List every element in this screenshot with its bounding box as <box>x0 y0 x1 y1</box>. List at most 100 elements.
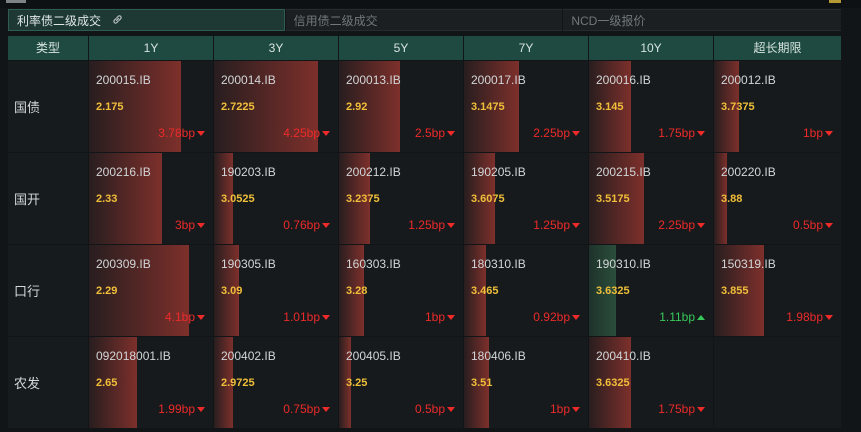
yield-change-value: 1.25bp <box>533 218 570 232</box>
bond-yield: 3.6075 <box>471 193 505 205</box>
bond-cell[interactable]: 160303.IB 3.28 1bp <box>339 245 463 336</box>
tab-credit-bond-trades[interactable]: 信用债二级成交 <box>285 9 563 31</box>
yield-change-value: 1.25bp <box>408 218 445 232</box>
column-header-tenor[interactable]: 5Y <box>339 36 463 60</box>
bond-code[interactable]: 190203.IB <box>221 165 276 179</box>
yield-change-value: 3.78bp <box>158 126 195 140</box>
yield-change-value: 1.01bp <box>283 310 320 324</box>
yield-change: 1.01bp <box>283 310 330 324</box>
bond-code[interactable]: 200309.IB <box>96 257 151 271</box>
down-triangle-icon <box>697 406 705 412</box>
column-header-tenor[interactable]: 1Y <box>89 36 213 60</box>
yield-change-value: 1.99bp <box>158 402 195 416</box>
bond-yield: 2.92 <box>346 101 368 113</box>
bond-code[interactable]: 150319.IB <box>721 257 776 271</box>
bond-code[interactable]: 200212.IB <box>346 165 401 179</box>
bond-cell[interactable]: 180406.IB 3.51 1bp <box>464 337 588 428</box>
yield-change-value: 0.5bp <box>792 218 823 232</box>
yield-change: 1.25bp <box>533 218 580 232</box>
bond-cell-empty <box>714 337 841 428</box>
bond-yield: 3.7375 <box>721 101 755 113</box>
down-triangle-icon <box>197 406 205 412</box>
bond-code[interactable]: 200215.IB <box>596 165 651 179</box>
bond-cell[interactable]: 190205.IB 3.6075 1.25bp <box>464 153 588 244</box>
yield-change-value: 3bp <box>174 218 195 232</box>
bond-cell[interactable]: 200405.IB 3.25 0.5bp <box>339 337 463 428</box>
tab-rate-bond-trades[interactable]: 利率债二级成交 <box>8 9 285 31</box>
bond-yield: 3.855 <box>721 285 749 297</box>
tab-ncd-quotes[interactable]: NCD一级报价 <box>563 9 842 31</box>
bond-cell[interactable]: 200215.IB 3.5175 2.25bp <box>589 153 713 244</box>
down-triangle-icon <box>825 222 833 228</box>
bond-code[interactable]: 200405.IB <box>346 349 401 363</box>
bond-yield: 2.65 <box>96 377 118 389</box>
bond-yield: 3.6325 <box>596 377 630 389</box>
bond-cell[interactable]: 200410.IB 3.6325 1.75bp <box>589 337 713 428</box>
bond-code[interactable]: 200220.IB <box>721 165 776 179</box>
bond-yield: 3.5175 <box>596 193 630 205</box>
bond-code[interactable]: 180310.IB <box>471 257 526 271</box>
bond-code[interactable]: 200014.IB <box>221 73 276 87</box>
yield-change-value: 4.25bp <box>283 126 320 140</box>
bond-code[interactable]: 092018001.IB <box>96 349 171 363</box>
bond-cell[interactable]: 200212.IB 3.2375 1.25bp <box>339 153 463 244</box>
down-triangle-icon <box>447 222 455 228</box>
bond-cell[interactable]: 200015.IB 2.175 3.78bp <box>89 61 213 152</box>
column-header-type[interactable]: 类型 <box>8 36 88 60</box>
yield-change-value: 4.1bp <box>164 310 195 324</box>
bond-yield: 3.88 <box>721 193 743 205</box>
top-strip: ▬▬ <box>0 0 861 8</box>
bond-cell[interactable]: 092018001.IB 2.65 1.99bp <box>89 337 213 428</box>
bond-yield: 2.9725 <box>221 377 255 389</box>
bond-cell[interactable]: 200309.IB 2.29 4.1bp <box>89 245 213 336</box>
bond-cell[interactable]: 200220.IB 3.88 0.5bp <box>714 153 841 244</box>
panel-title-fragment-icon: ▬▬ <box>6 0 26 6</box>
bond-code[interactable]: 190305.IB <box>221 257 276 271</box>
bond-cell[interactable]: 200014.IB 2.7225 4.25bp <box>214 61 338 152</box>
bond-code[interactable]: 160303.IB <box>346 257 401 271</box>
bond-cell[interactable]: 190310.IB 3.6325 1.11bp <box>589 245 713 336</box>
yield-change-value: 1.75bp <box>658 402 695 416</box>
bond-cell[interactable]: 180310.IB 3.465 0.92bp <box>464 245 588 336</box>
bond-cell[interactable]: 200017.IB 3.1475 2.25bp <box>464 61 588 152</box>
yield-change-value: 1.75bp <box>658 126 695 140</box>
column-header-tenor[interactable]: 10Y <box>589 36 713 60</box>
column-header-tenor[interactable]: 超长期限 <box>714 36 841 60</box>
bond-code[interactable]: 200410.IB <box>596 349 651 363</box>
bond-cell[interactable]: 200012.IB 3.7375 1bp <box>714 61 841 152</box>
bond-cell[interactable]: 200216.IB 2.33 3bp <box>89 153 213 244</box>
bond-code[interactable]: 200402.IB <box>221 349 276 363</box>
down-triangle-icon <box>322 222 330 228</box>
column-header-tenor[interactable]: 7Y <box>464 36 588 60</box>
bond-cell[interactable]: 150319.IB 3.855 1.98bp <box>714 245 841 336</box>
yield-change-value: 0.75bp <box>283 402 320 416</box>
bond-code[interactable]: 200012.IB <box>721 73 776 87</box>
bond-cell[interactable]: 200402.IB 2.9725 0.75bp <box>214 337 338 428</box>
bond-code[interactable]: 200015.IB <box>96 73 151 87</box>
bond-code[interactable]: 190205.IB <box>471 165 526 179</box>
down-triangle-icon <box>197 314 205 320</box>
bond-code[interactable]: 200016.IB <box>596 73 651 87</box>
yield-change: 0.5bp <box>415 402 455 416</box>
bond-cell[interactable]: 200013.IB 2.92 2.5bp <box>339 61 463 152</box>
link-icon[interactable] <box>112 10 123 32</box>
yield-change-value: 0.76bp <box>283 218 320 232</box>
yield-change: 1bp <box>550 402 580 416</box>
down-triangle-icon <box>447 314 455 320</box>
bond-code[interactable]: 180406.IB <box>471 349 526 363</box>
bond-cell[interactable]: 190203.IB 3.0525 0.76bp <box>214 153 338 244</box>
bond-cell[interactable]: 190305.IB 3.09 1.01bp <box>214 245 338 336</box>
bond-code[interactable]: 200013.IB <box>346 73 401 87</box>
bond-code[interactable]: 200216.IB <box>96 165 151 179</box>
row-label: 国开 <box>8 153 88 244</box>
yield-change-value: 2.25bp <box>658 218 695 232</box>
down-triangle-icon <box>572 406 580 412</box>
column-header-tenor[interactable]: 3Y <box>214 36 338 60</box>
bond-code[interactable]: 190310.IB <box>596 257 651 271</box>
panel-menu-icon[interactable] <box>829 0 841 3</box>
down-triangle-icon <box>572 314 580 320</box>
bond-code[interactable]: 200017.IB <box>471 73 526 87</box>
bond-yield: 3.09 <box>221 285 243 297</box>
down-triangle-icon <box>447 406 455 412</box>
bond-cell[interactable]: 200016.IB 3.145 1.75bp <box>589 61 713 152</box>
